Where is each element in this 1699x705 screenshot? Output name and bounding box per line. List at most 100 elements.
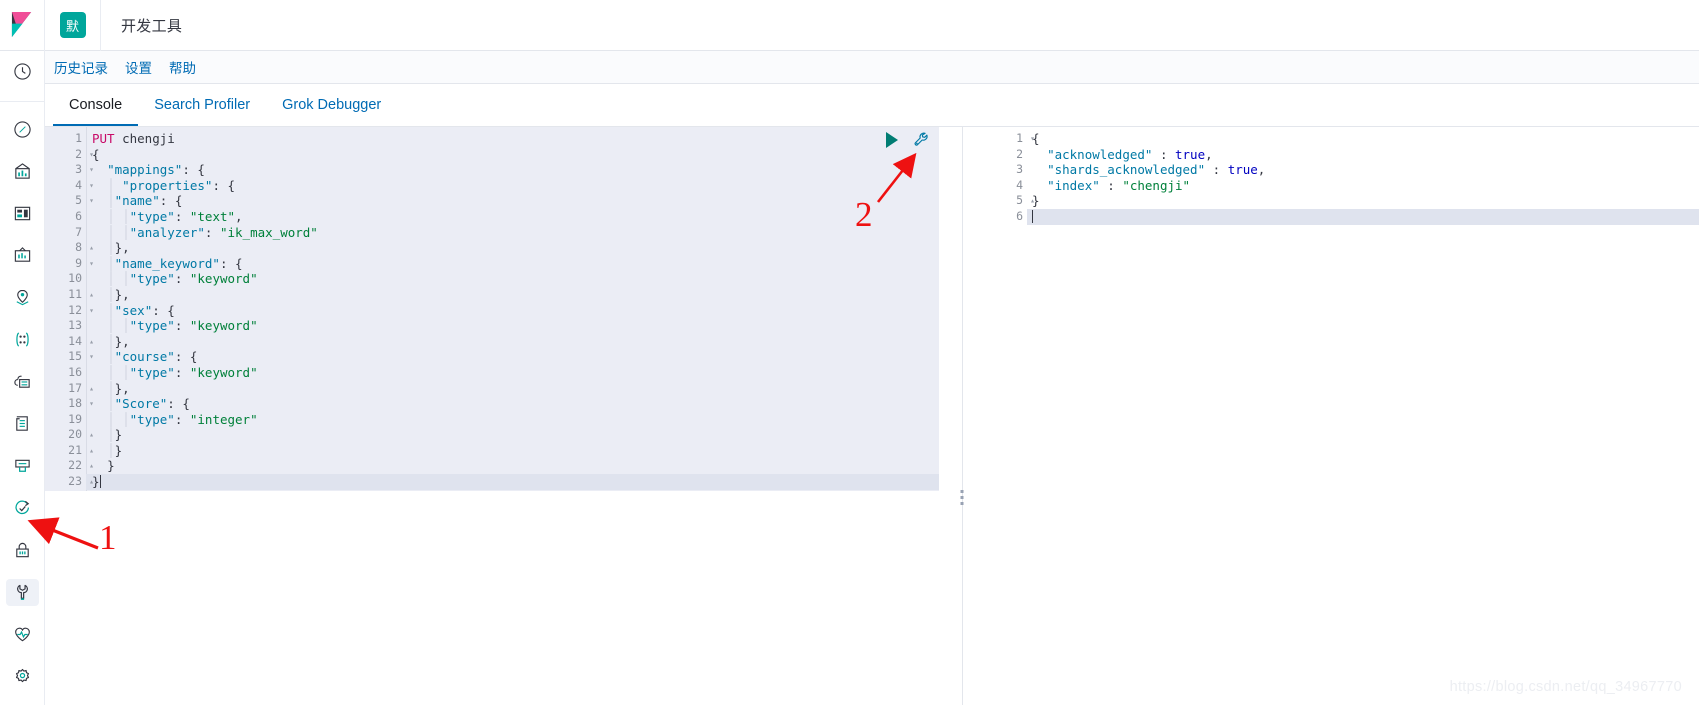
line-number: 11 ▴ <box>68 286 94 301</box>
request-pane-empty-area <box>45 491 939 705</box>
recently-viewed-icon <box>13 63 31 80</box>
kibana-logo <box>11 11 31 37</box>
line-number: 1 <box>75 131 82 145</box>
line-number: 3 ▾ <box>75 162 94 177</box>
line-number: 9 ▾ <box>75 255 94 270</box>
code-line: "acknowledged" : true, <box>1047 146 1213 162</box>
code-line: │}, <box>107 333 130 349</box>
dashboard-icon <box>14 206 30 221</box>
code-line: │}, <box>107 240 130 256</box>
watermark: https://blog.csdn.net/qq_34967770 <box>1449 679 1682 695</box>
code-line: "index" : "chengji" <box>1047 177 1191 193</box>
code-line <box>1032 209 1699 225</box>
line-number: 6 <box>75 208 82 223</box>
tab-search-profiler[interactable]: Search Profiler <box>138 97 266 126</box>
sidebar-item-monitoring[interactable] <box>6 621 39 648</box>
editor-gutter: 1 2 ▾ 3 ▾ 4 ▾ 5 ▾ 6 7 8 ▴ 9 ▾ 10 11 ▴ 12 ▾ 13 14 ▴ 15 ▾ 16 17 ▴ 18 ▾ 1… <box>45 127 94 491</box>
code-line: } <box>92 474 101 490</box>
uptime-icon <box>14 500 29 514</box>
code-line: │ │"type": "keyword" <box>107 271 258 287</box>
line-number: 18 ▾ <box>68 396 94 411</box>
sidebar-item-dev-tools[interactable] <box>5 578 39 606</box>
code-line: │ │"type": "keyword" <box>107 364 258 380</box>
code-line: PUT chengji <box>92 131 175 146</box>
annotation-2-label: 2 <box>855 195 873 234</box>
menu-item-history[interactable]: 历史记录 <box>54 57 108 77</box>
line-number: 22 ▴ <box>68 458 94 473</box>
editor-code-area[interactable]: PUT chengji{ "mappings": { │ "properties… <box>87 127 939 491</box>
line-number: 14 ▴ <box>68 333 94 348</box>
visualize-icon <box>14 163 30 179</box>
code-line: │"name": { <box>107 193 183 209</box>
sidebar-item-machine-learning[interactable] <box>6 326 39 353</box>
space-selector[interactable]: 默 <box>45 0 101 51</box>
apm-icon <box>14 459 30 472</box>
code-line: } <box>1032 193 1040 209</box>
app-body: 历史记录 设置 帮助 Console Search Profiler Grok … <box>0 51 1699 705</box>
code-line: │ │"type": "text", <box>107 208 243 224</box>
kibana-home-link[interactable] <box>0 0 45 51</box>
maps-icon <box>16 290 28 306</box>
line-number: 2 <box>1016 146 1023 161</box>
sidebar-item-visualize[interactable] <box>6 158 39 185</box>
line-number: 3 <box>1016 162 1023 177</box>
sidebar-item-canvas[interactable] <box>6 242 39 269</box>
discover-icon <box>13 121 31 138</box>
line-number: 17 ▴ <box>68 380 94 395</box>
sidebar-item-recently-viewed[interactable] <box>6 58 39 85</box>
code-line: │"name_keyword": { <box>107 255 243 271</box>
sidebar-item-uptime[interactable] <box>6 495 39 522</box>
menu-item-settings[interactable]: 设置 <box>125 57 152 77</box>
line-number: 16 <box>68 364 82 379</box>
line-number: 15 ▾ <box>68 349 94 364</box>
main-content: 历史记录 设置 帮助 Console Search Profiler Grok … <box>45 51 1699 705</box>
menu-item-help[interactable]: 帮助 <box>169 57 196 77</box>
top-header: 默 开发工具 <box>0 0 1699 51</box>
splitter-line <box>962 127 963 705</box>
sidebar-item-siem[interactable] <box>6 537 39 564</box>
code-line: │"Score": { <box>107 396 190 412</box>
code-line: │} <box>107 442 123 458</box>
code-line: │ │"type": "keyword" <box>107 318 258 334</box>
monitoring-icon <box>14 627 30 642</box>
code-line: │"sex": { <box>107 302 175 318</box>
logs-icon <box>15 416 28 432</box>
page-title: 开发工具 <box>121 16 183 35</box>
management-icon <box>15 668 29 683</box>
splitter-grip[interactable] <box>960 490 964 505</box>
siem-icon <box>15 542 29 557</box>
code-line: "mappings": { <box>107 162 205 178</box>
code-line: │} <box>107 427 123 443</box>
wrench-button[interactable] <box>913 131 931 149</box>
dev-tools-tabs: Console Search Profiler Grok Debugger <box>45 84 1699 127</box>
response-code-area: { "acknowledged" : true, "shards_acknowl… <box>1027 131 1699 225</box>
play-button[interactable] <box>884 131 900 149</box>
response-gutter: 1 ▾ 2 3 4 5 ▴ 6 <box>985 131 1035 225</box>
sidebar-item-management[interactable] <box>6 663 39 690</box>
space-badge: 默 <box>59 12 86 38</box>
line-number: 1 ▾ <box>1016 131 1035 145</box>
sidebar-item-infrastructure[interactable] <box>6 368 39 395</box>
panel-splitter[interactable] <box>939 127 985 705</box>
editor-actions <box>884 131 931 149</box>
line-number: 12 ▾ <box>68 302 94 317</box>
response-pane: 1 ▾ 2 3 4 5 ▴ 6 { "acknowledged" : true, "shard… <box>985 127 1699 705</box>
sidebar-item-maps[interactable] <box>6 284 39 311</box>
sidebar-item-logs[interactable] <box>6 410 39 437</box>
tab-console[interactable]: Console <box>53 97 139 126</box>
request-pane: 1 2 ▾ 3 ▾ 4 ▾ 5 ▾ 6 7 8 ▴ 9 ▾ 10 11 ▴ 12 ▾ 13 14 ▴ 15 ▾ 16 17 ▴ 18 ▾ 1… <box>45 127 939 705</box>
line-number: 5 ▴ <box>1016 193 1035 208</box>
sidebar-nav-rail <box>0 51 45 705</box>
line-number: 4 <box>1016 177 1023 192</box>
tab-grok-debugger[interactable]: Grok Debugger <box>266 97 397 126</box>
line-number: 20 ▴ <box>68 427 94 442</box>
line-number: 8 ▴ <box>75 240 94 255</box>
request-editor[interactable]: 1 2 ▾ 3 ▾ 4 ▾ 5 ▾ 6 7 8 ▴ 9 ▾ 10 11 ▴ 12 ▾ 13 14 ▴ 15 ▾ 16 17 ▴ 18 ▾ 1… <box>45 127 939 491</box>
sidebar-item-discover[interactable] <box>6 116 39 143</box>
machine-learning-icon <box>15 332 29 347</box>
sidebar-item-dashboard[interactable] <box>6 200 39 227</box>
sidebar-item-apm[interactable] <box>6 453 39 480</box>
line-number: 19 <box>68 411 82 426</box>
response-editor[interactable]: 1 ▾ 2 3 4 5 ▴ 6 { "acknowledged" : true, "shard… <box>985 127 1699 225</box>
line-number: 10 <box>68 271 82 286</box>
